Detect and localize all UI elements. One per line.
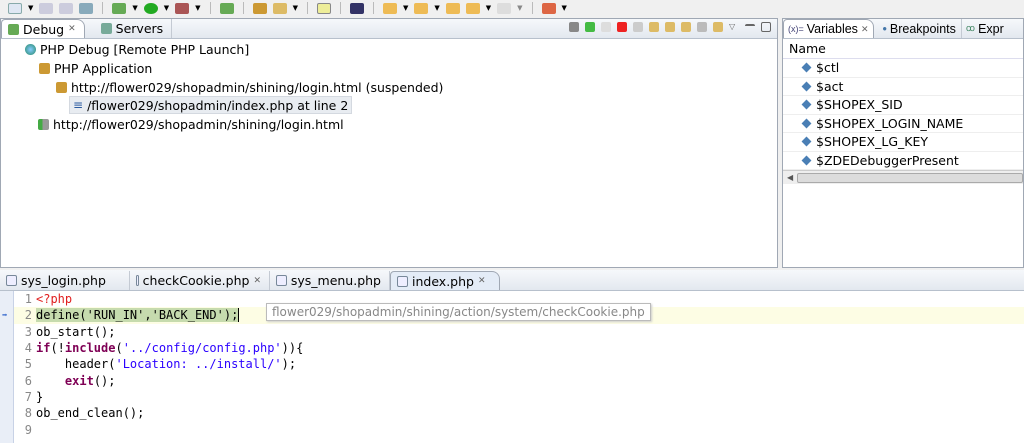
debug-run-icon[interactable] xyxy=(112,2,127,14)
debug-view: Debug ✕ Servers ▽ PHP Debug [Remote PHP L… xyxy=(0,18,778,268)
code-line[interactable]: 6 exit (); xyxy=(14,373,1024,389)
close-icon[interactable]: ✕ xyxy=(68,24,76,34)
annotation-ruler: ➡ xyxy=(0,291,14,443)
tab-debug[interactable]: Debug ✕ xyxy=(1,19,85,38)
remove-terminated-icon[interactable] xyxy=(569,22,579,32)
tree-item-php-application[interactable]: PHP Application xyxy=(39,59,152,77)
tab-servers[interactable]: Servers xyxy=(95,19,173,38)
disconnect-icon[interactable] xyxy=(633,22,643,32)
tab-variables[interactable]: (x)= Variables ✕ xyxy=(783,19,875,38)
tab-sys-login[interactable]: sys_login.php xyxy=(0,271,130,290)
horizontal-scrollbar[interactable]: ◀ xyxy=(783,170,1023,184)
breakpoints-icon: • xyxy=(882,21,887,36)
use-step-filters-icon[interactable] xyxy=(713,22,723,32)
terminate-icon[interactable] xyxy=(617,22,627,32)
launch-globe-icon xyxy=(25,43,36,55)
tab-breakpoints[interactable]: • Breakpoints xyxy=(878,19,962,38)
debug-actions: ▽ xyxy=(569,22,771,32)
scrollbar-thumb[interactable] xyxy=(797,172,1023,183)
minimize-icon[interactable] xyxy=(745,24,755,30)
tab-checkcookie[interactable]: checkCookie.php ✕ xyxy=(130,271,270,290)
variable-icon xyxy=(801,118,812,129)
prev-annotation-icon[interactable] xyxy=(414,2,429,14)
hover-tooltip: flower029/shopadmin/shining/action/syste… xyxy=(266,303,651,321)
bug-icon[interactable] xyxy=(219,2,234,14)
php-file-icon xyxy=(397,275,408,287)
view-menu-icon[interactable]: ▽ xyxy=(729,22,739,32)
variable-icon xyxy=(801,62,812,73)
variable-icon xyxy=(801,81,812,92)
variable-icon xyxy=(801,136,812,147)
wand-icon[interactable] xyxy=(272,2,287,14)
column-header-name[interactable]: Name xyxy=(783,39,1023,59)
tree-item-process[interactable]: http://flower029/shopadmin/shining/login… xyxy=(38,115,344,133)
tab-index[interactable]: index.php ✕ xyxy=(390,271,500,290)
instruction-pointer-icon: ➡ xyxy=(2,311,8,321)
php-file-icon xyxy=(276,275,287,286)
open-folder-icon[interactable] xyxy=(252,2,267,14)
stack-frame-icon: ≡ xyxy=(73,98,84,112)
servers-icon xyxy=(100,23,112,34)
thread-suspended-icon xyxy=(56,81,67,93)
close-icon[interactable]: ✕ xyxy=(861,24,869,35)
process-icon xyxy=(38,118,49,130)
code-line[interactable]: 8 ob_end_clean(); xyxy=(14,405,1024,421)
php-application-icon xyxy=(39,62,50,74)
editor-tabs: sys_login.php checkCookie.php ✕ sys_menu.… xyxy=(0,270,1024,291)
maximize-icon[interactable] xyxy=(761,22,771,32)
scroll-left-icon[interactable]: ◀ xyxy=(783,173,797,182)
variable-row[interactable]: $SHOPEX_SID xyxy=(783,96,1023,115)
back-history-icon[interactable] xyxy=(465,2,480,14)
expressions-icon: ꝏ xyxy=(965,23,976,33)
variable-icon xyxy=(801,155,812,166)
code-line[interactable]: 5 header('Location: ../install/'); xyxy=(14,356,1024,372)
tree-item-thread[interactable]: http://flower029/shopadmin/shining/login… xyxy=(56,78,443,96)
print-icon[interactable] xyxy=(79,2,94,14)
variable-row[interactable]: $SHOPEX_LOGIN_NAME xyxy=(783,115,1023,133)
php-file-icon xyxy=(6,275,17,286)
step-over-icon[interactable] xyxy=(665,22,675,32)
tree-item-launch[interactable]: PHP Debug [Remote PHP Launch] xyxy=(25,40,249,58)
code-line[interactable]: 4 if (! include('../config/config.php')){ xyxy=(14,340,1024,356)
variable-row[interactable]: $ZDEDebuggerPresent xyxy=(783,152,1023,170)
suspend-icon[interactable] xyxy=(601,22,611,32)
tab-expressions[interactable]: ꝏ Expr xyxy=(962,19,1009,38)
external-tools-icon[interactable] xyxy=(175,2,190,14)
drop-to-frame-icon[interactable] xyxy=(697,22,707,32)
run-icon[interactable] xyxy=(143,2,158,14)
debug-icon xyxy=(8,23,19,35)
tree-item-stack-frame[interactable]: ≡/flower029/shopadmin/index.php at line … xyxy=(69,96,353,114)
highlight-icon[interactable] xyxy=(316,2,331,14)
close-icon[interactable]: ✕ xyxy=(253,276,261,286)
php-file-icon xyxy=(136,275,139,286)
next-annotation-icon[interactable] xyxy=(382,2,397,14)
variables-view: (x)= Variables ✕ • Breakpoints ꝏ Expr Name $… xyxy=(782,18,1024,268)
variable-row[interactable]: $ctl xyxy=(783,59,1023,78)
code-line[interactable]: 3 ob_start(); xyxy=(14,324,1024,340)
step-return-icon[interactable] xyxy=(681,22,691,32)
text-cursor xyxy=(238,308,240,323)
variable-icon xyxy=(801,99,812,110)
code-line[interactable]: 9 xyxy=(14,421,1024,437)
back-icon[interactable] xyxy=(445,2,460,14)
step-into-icon[interactable] xyxy=(649,22,659,32)
code-line[interactable]: 7} xyxy=(14,389,1024,405)
resume-icon[interactable] xyxy=(585,22,595,32)
close-icon[interactable]: ✕ xyxy=(478,276,486,286)
variable-row[interactable]: $act xyxy=(783,78,1023,96)
main-toolbar: ▼ ▼ ▼ ▼ ▼ ▼ ▼ ▼ ▼ ▼ xyxy=(0,0,1024,16)
perspective-icon[interactable] xyxy=(349,2,364,14)
new-icon[interactable] xyxy=(8,2,22,14)
save-icon[interactable] xyxy=(39,2,54,14)
pin-icon[interactable] xyxy=(541,2,556,14)
dropdown-icon[interactable]: ▼ xyxy=(28,4,33,12)
save-all-icon[interactable] xyxy=(59,2,74,14)
forward-icon[interactable] xyxy=(497,2,512,14)
tab-sys-menu[interactable]: sys_menu.php xyxy=(270,271,390,290)
variables-icon: (x)= xyxy=(788,24,804,34)
variable-row[interactable]: $SHOPEX_LG_KEY xyxy=(783,133,1023,152)
